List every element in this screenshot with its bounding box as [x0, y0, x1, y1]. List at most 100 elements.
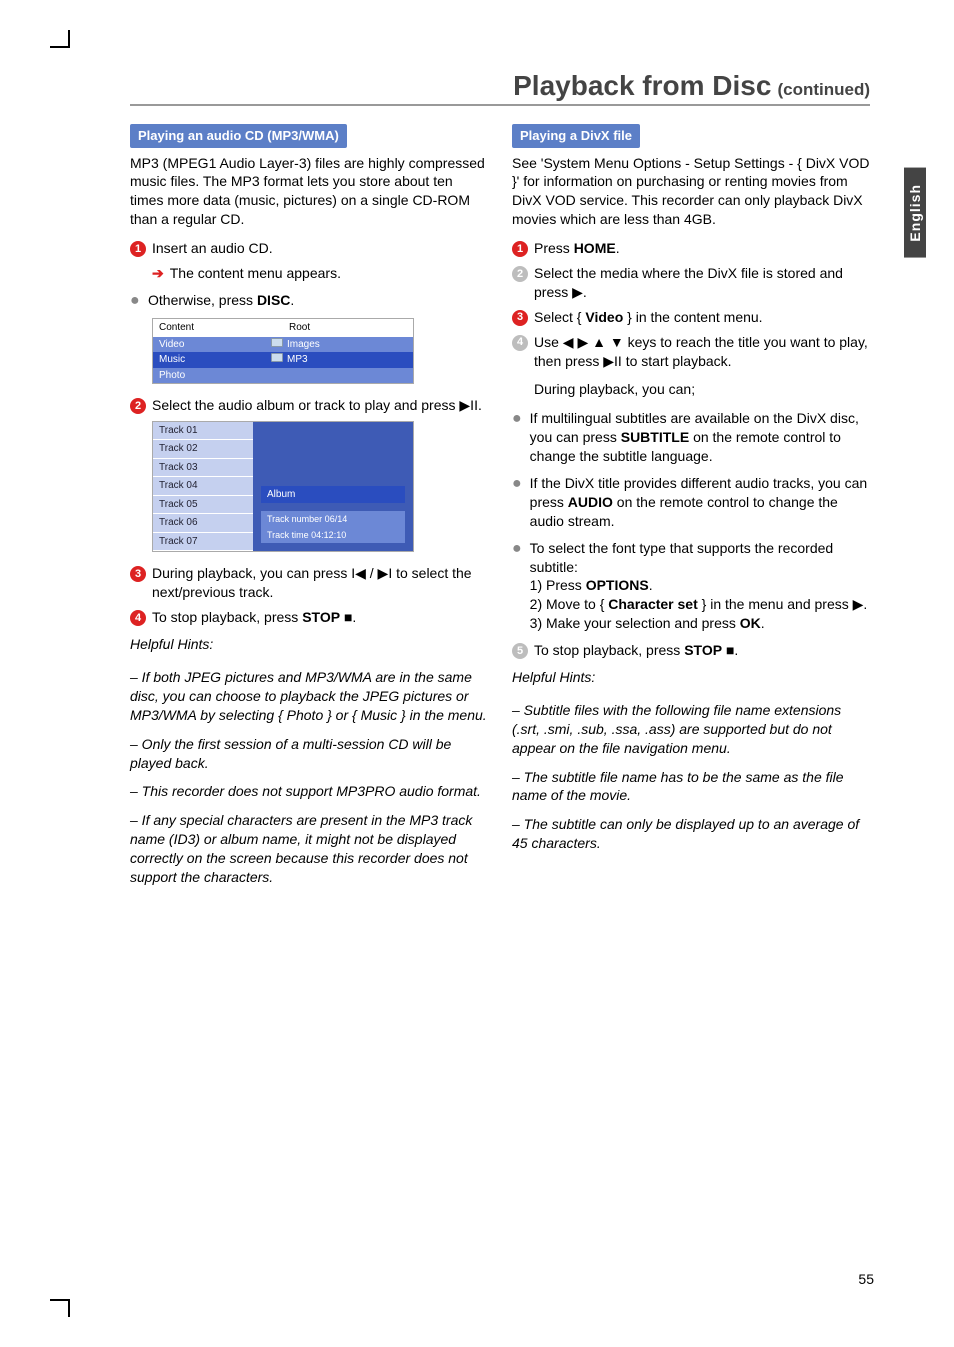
rbullet-1: ● If multilingual subtitles are availabl… — [512, 409, 870, 466]
home-label: HOME — [574, 240, 616, 256]
shot1-mp3: MP3 — [265, 352, 413, 368]
disc-label: DISC — [257, 292, 290, 308]
ok-label: OK — [740, 615, 761, 631]
crop-mark-top-left — [68, 30, 86, 48]
rstep-1-text: Press HOME. — [534, 239, 870, 258]
shot1-music: Music — [153, 352, 265, 368]
rstep-3-text: Select { Video } in the content menu. — [534, 308, 870, 327]
audio-label: AUDIO — [568, 494, 613, 510]
rbullet-3-text: To select the font type that supports th… — [530, 539, 870, 633]
hint-left-1: – If both JPEG pictures and MP3/WMA are … — [130, 668, 488, 725]
track-row: Track 03 — [153, 459, 253, 478]
step-badge-4: 4 — [512, 335, 528, 351]
shot1-video: Video — [153, 337, 265, 353]
step-4: 4 To stop playback, press STOP ■. — [130, 608, 488, 627]
divx-intro: See 'System Menu Options - Setup Setting… — [512, 154, 870, 230]
hint-left-3: – This recorder does not support MP3PRO … — [130, 782, 488, 801]
section-heading-mp3: Playing an audio CD (MP3/WMA) — [130, 124, 347, 148]
play-pause-icon: ▶II — [459, 397, 478, 413]
text-fragment: } in the menu and press ▶. — [698, 596, 868, 612]
step-1-result-text: The content menu appears. — [170, 264, 341, 283]
rstep-4: 4 Use ◀ ▶ ▲ ▼ keys to reach the title yo… — [512, 333, 870, 371]
text-fragment: To stop playback, press — [534, 642, 684, 658]
shot1-head-root: Root — [283, 319, 413, 337]
bullet-otherwise: ● Otherwise, press DISC. — [130, 291, 488, 310]
shot2-album: Album — [261, 486, 405, 504]
text-fragment: } in the content menu. — [623, 309, 762, 325]
shot1-images: Images — [265, 337, 413, 353]
track-list-screenshot: Track 01 Track 02 Track 03 Track 04 Trac… — [152, 421, 488, 553]
language-tab: English — [904, 168, 926, 258]
shot1-photo: Photo — [153, 368, 265, 384]
stop-icon: ■ — [726, 642, 734, 658]
content-menu-screenshot: Content Root VideoImages MusicMP3 Photo — [152, 318, 488, 384]
folder-icon — [271, 338, 283, 352]
shot2-track-list: Track 01 Track 02 Track 03 Track 04 Trac… — [153, 422, 253, 552]
track-row: Track 07 — [153, 533, 253, 552]
step-1: 1 Insert an audio CD. — [130, 239, 488, 258]
page-number: 55 — [858, 1271, 874, 1287]
text-fragment: MP3 — [287, 353, 308, 367]
stop-label: STOP — [302, 609, 340, 625]
shot2-track-time: Track time 04:12:10 — [261, 527, 405, 543]
play-pause-icon: ▶II — [603, 353, 622, 369]
page-subtitle: (continued) — [777, 80, 870, 100]
hint-right-1: – Subtitle files with the following file… — [512, 701, 870, 758]
step-3-text: During playback, you can press I◀ / ▶I t… — [152, 564, 488, 602]
text-fragment: Select { — [534, 309, 585, 325]
rstep-1: 1 Press HOME. — [512, 239, 870, 258]
stop-icon: ■ — [344, 609, 352, 625]
step-2: 2 Select the audio album or track to pla… — [130, 396, 488, 415]
hints-title-right: Helpful Hints: — [512, 668, 870, 687]
rstep-3: 3 Select { Video } in the content menu. — [512, 308, 870, 327]
step-badge-4: 4 — [130, 610, 146, 626]
prev-icon: I◀ — [351, 565, 366, 581]
hint-left-2: – Only the first session of a multi-sess… — [130, 735, 488, 773]
arrow-icon: ➔ — [152, 264, 164, 283]
track-row: Track 06 — [153, 514, 253, 533]
during-playback: During playback, you can; — [534, 380, 870, 399]
text-fragment: to start playback. — [622, 353, 732, 369]
text-fragment: Otherwise, press — [148, 292, 257, 308]
text-fragment: 2) Move to { — [530, 596, 609, 612]
step-badge-1: 1 — [130, 241, 146, 257]
step-2-text: Select the audio album or track to play … — [152, 396, 488, 415]
step-badge-3: 3 — [512, 310, 528, 326]
next-icon: ▶I — [378, 565, 393, 581]
rbullet-3: ● To select the font type that supports … — [512, 539, 870, 633]
hint-left-4: – If any special characters are present … — [130, 811, 488, 887]
track-row: Track 05 — [153, 496, 253, 515]
right-column: Playing a DivX file See 'System Menu Opt… — [512, 124, 870, 897]
step-badge-2: 2 — [512, 266, 528, 282]
rstep-5-text: To stop playback, press STOP ■. — [534, 641, 870, 660]
step-4-text: To stop playback, press STOP ■. — [152, 608, 488, 627]
step-3: 3 During playback, you can press I◀ / ▶I… — [130, 564, 488, 602]
text-fragment: Select the audio album or track to play … — [152, 397, 459, 413]
shot1-blank — [265, 368, 413, 384]
mp3-intro: MP3 (MPEG1 Audio Layer-3) files are high… — [130, 154, 488, 230]
left-column: Playing an audio CD (MP3/WMA) MP3 (MPEG1… — [130, 124, 488, 897]
text-fragment: 3) Make your selection and press — [530, 615, 740, 631]
section-heading-divx: Playing a DivX file — [512, 124, 640, 148]
rstep-2-text: Select the media where the DivX file is … — [534, 264, 870, 302]
hint-right-2: – The subtitle file name has to be the s… — [512, 768, 870, 806]
bullet-dot-icon: ● — [512, 409, 522, 428]
rstep-5: 5 To stop playback, press STOP ■. — [512, 641, 870, 660]
text-fragment: During playback, you can press — [152, 565, 351, 581]
step-badge-1: 1 — [512, 241, 528, 257]
folder-icon — [271, 353, 283, 367]
step-badge-2: 2 — [130, 398, 146, 414]
bullet-dot-icon: ● — [130, 291, 140, 310]
step-badge-3: 3 — [130, 566, 146, 582]
rbullet-2-text: If the DivX title provides different aud… — [530, 474, 870, 531]
text-fragment: To select the font type that supports th… — [530, 540, 834, 575]
page-title: Playback from Disc — [513, 70, 771, 102]
shot2-track-number: Track number 06/14 — [261, 511, 405, 527]
stop-label: STOP — [684, 642, 722, 658]
bullet-dot-icon: ● — [512, 539, 522, 558]
step-badge-5: 5 — [512, 643, 528, 659]
rbullet-2: ● If the DivX title provides different a… — [512, 474, 870, 531]
bullet-otherwise-text: Otherwise, press DISC. — [148, 291, 294, 310]
options-label: OPTIONS — [586, 577, 649, 593]
charset-label: Character set — [608, 596, 698, 612]
